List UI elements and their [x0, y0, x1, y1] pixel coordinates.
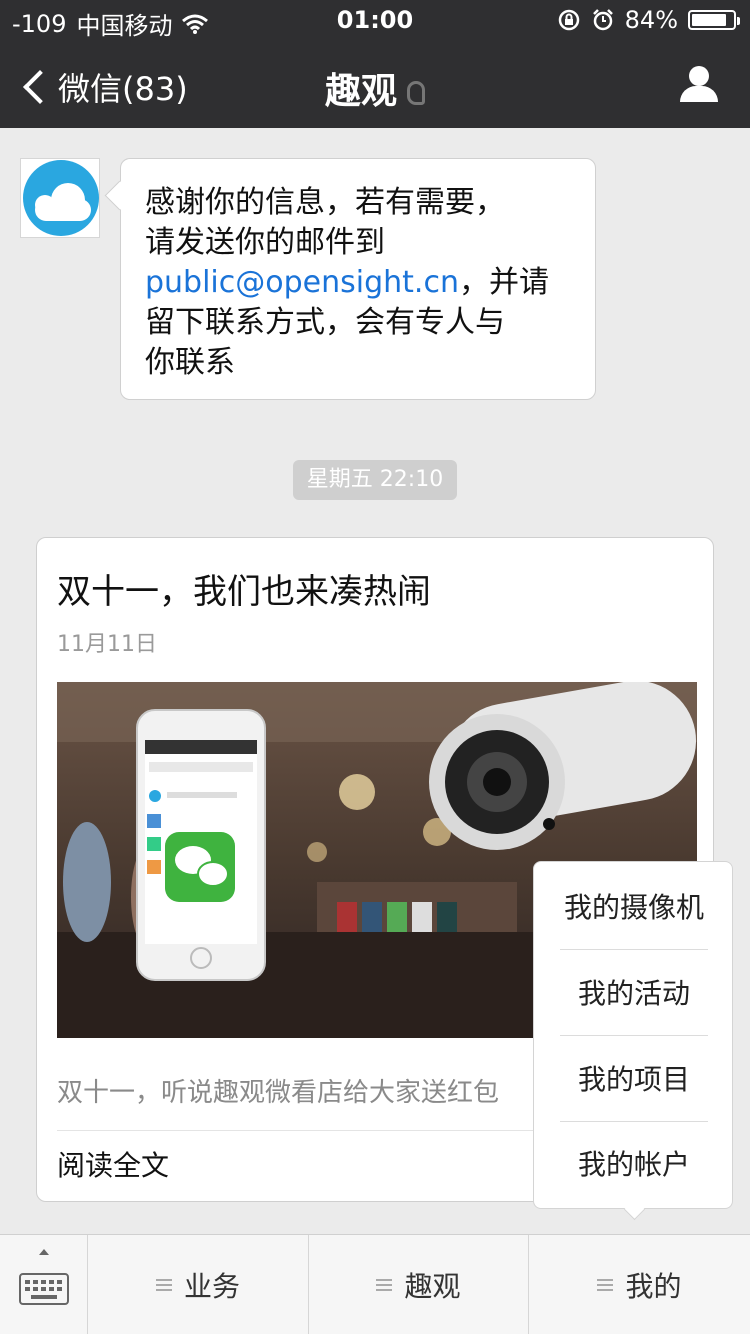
menu-separator — [560, 949, 708, 950]
message-text-2: 请发送你的邮件到 — [145, 225, 385, 260]
caret-up-icon — [39, 1249, 49, 1255]
keyboard-toggle-button[interactable] — [0, 1235, 88, 1334]
nav-bar: 微信(83) 趣观 — [0, 40, 750, 128]
message-bubble: 感谢你的信息，若有需要， 请发送你的邮件到 public@opensight.c… — [120, 158, 596, 400]
email-link[interactable]: public@opensight.cn — [145, 265, 459, 300]
menu-item-my-cameras[interactable]: 我的摄像机 — [534, 865, 734, 951]
popup-menu: 我的摄像机 我的活动 我的项目 我的帐户 — [533, 861, 733, 1209]
battery-icon — [688, 10, 740, 30]
status-right: 84% — [557, 6, 740, 34]
message-text-5: 你联系 — [145, 345, 235, 380]
message-timestamp: 星期五 22:10 — [293, 460, 457, 500]
menu-lines-icon — [155, 1279, 172, 1291]
message-text-3: ，并请 — [458, 265, 549, 300]
menu-button-mine[interactable]: 我的 — [529, 1235, 750, 1334]
battery-percent: 84% — [624, 6, 678, 34]
article-title: 双十一，我们也来凑热闹 — [57, 572, 431, 612]
read-more-link[interactable]: 阅读全文 — [57, 1144, 169, 1184]
chat-title: 趣观 — [0, 62, 750, 114]
menu-button-label: 我的 — [625, 1270, 682, 1303]
message-text-1: 感谢你的信息，若有需要， — [145, 185, 505, 220]
chat-title-text: 趣观 — [324, 71, 397, 112]
menu-lines-icon — [376, 1279, 393, 1291]
battery-fill — [692, 14, 726, 26]
bottom-menu-bar: 业务 趣观 我的 — [0, 1234, 750, 1334]
ear-icon — [407, 81, 425, 105]
avatar[interactable] — [20, 158, 100, 238]
status-bar: -109 中国移动 01:00 84% — [0, 0, 750, 40]
alarm-icon — [592, 9, 613, 31]
keyboard-icon — [19, 1273, 69, 1305]
menu-item-my-account[interactable]: 我的帐户 — [534, 1122, 734, 1208]
menu-button-business[interactable]: 业务 — [88, 1235, 309, 1334]
menu-lines-icon — [597, 1279, 614, 1291]
rotation-lock-icon — [558, 9, 579, 31]
menu-button-label: 趣观 — [404, 1270, 461, 1303]
article-date: 11月11日 — [57, 632, 157, 657]
menu-item-my-activities[interactable]: 我的活动 — [534, 951, 734, 1037]
menu-button-label: 业务 — [183, 1270, 240, 1303]
person-icon[interactable] — [680, 66, 718, 102]
message-text-4: 留下联系方式，会有专人与 — [145, 305, 505, 340]
menu-separator — [560, 1035, 708, 1036]
menu-button-quguan[interactable]: 趣观 — [309, 1235, 529, 1334]
menu-item-my-projects[interactable]: 我的项目 — [534, 1037, 734, 1123]
